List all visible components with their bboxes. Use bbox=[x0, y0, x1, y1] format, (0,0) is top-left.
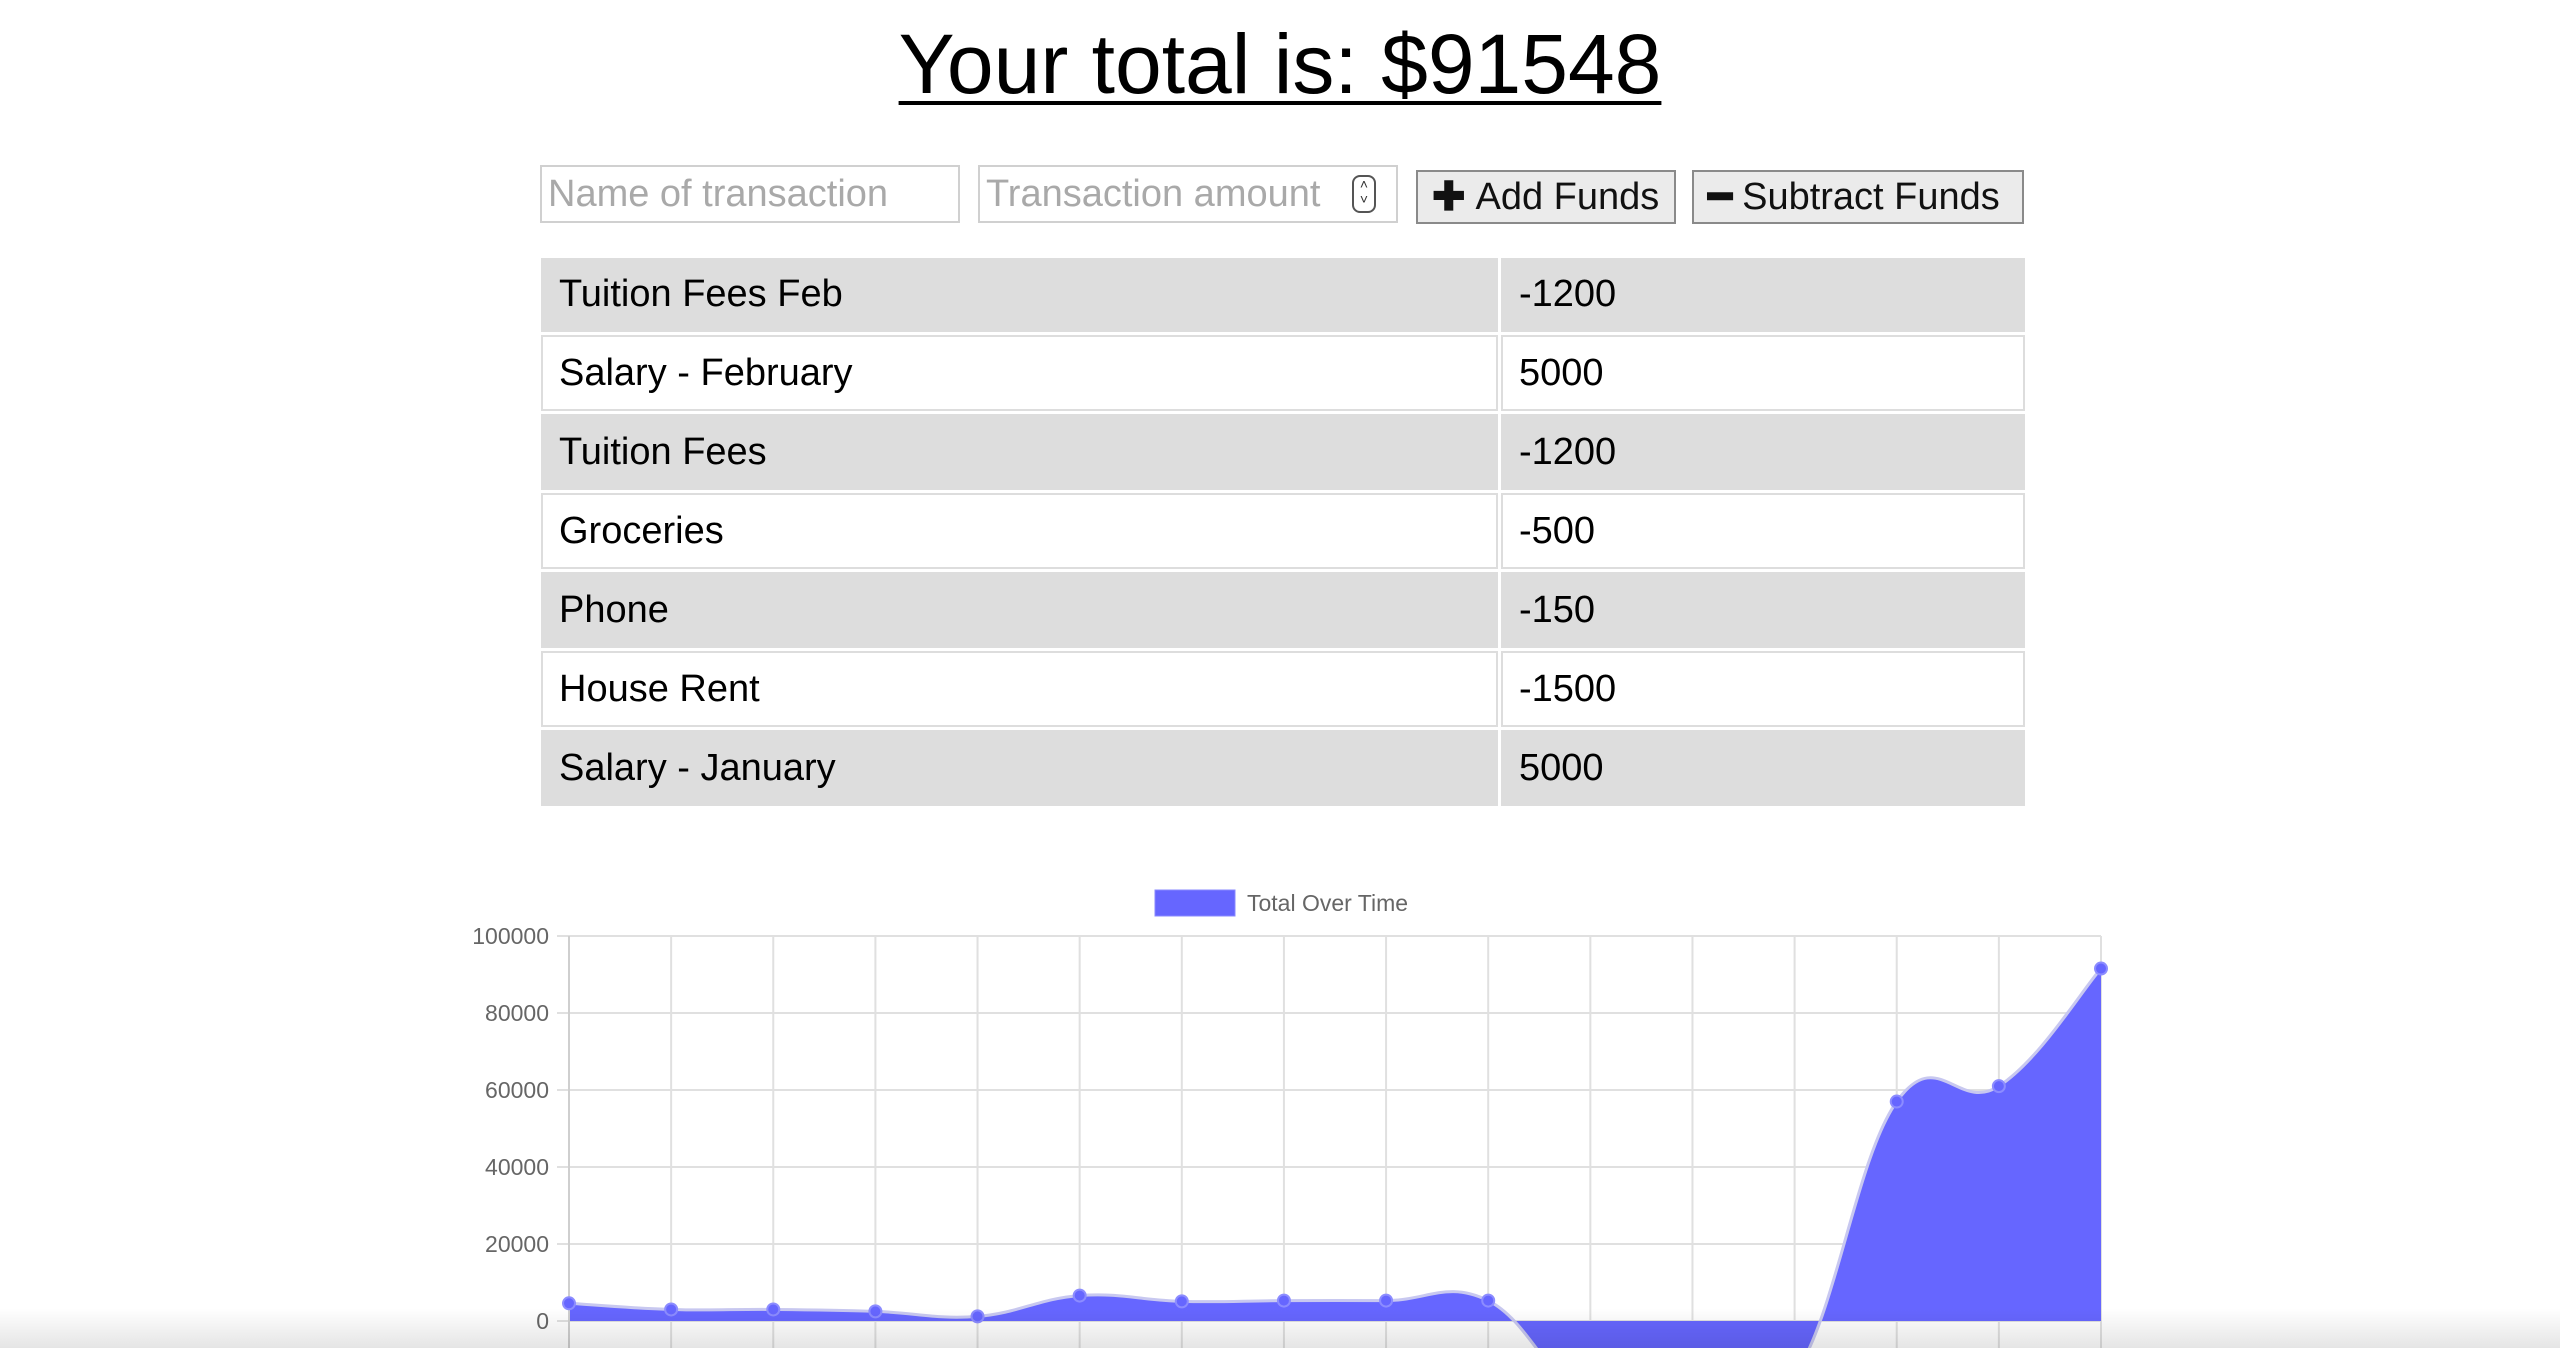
total-heading: Your total is: $91548 bbox=[898, 17, 1662, 111]
table-row: House Rent -1500 bbox=[541, 651, 2025, 727]
data-point bbox=[562, 1296, 576, 1311]
data-point bbox=[1991, 1079, 2006, 1094]
transaction-amount-cell: -150 bbox=[1501, 572, 2025, 648]
data-point bbox=[2094, 961, 2108, 976]
data-point bbox=[1072, 1288, 1087, 1303]
add-funds-label: Add Funds bbox=[1475, 175, 1660, 218]
chart-svg: Total Over Time 100000 80000 60000 40000 2000… bbox=[472, 889, 2108, 1348]
transaction-name-cell: Tuition Fees Feb bbox=[541, 258, 1498, 332]
table-row: Groceries -500 bbox=[541, 493, 2025, 569]
table-row: Tuition Fees -1200 bbox=[541, 414, 2025, 490]
table-row: Phone -150 bbox=[541, 572, 2025, 648]
subtract-funds-button[interactable]: ━ Subtract Funds bbox=[1692, 170, 2024, 224]
transaction-amount-input[interactable] bbox=[978, 165, 1398, 223]
y-tick-label: 40000 bbox=[485, 1154, 549, 1180]
transaction-amount-cell: 5000 bbox=[1501, 730, 2025, 806]
y-tick-label: 80000 bbox=[485, 1000, 549, 1026]
y-tick-label: 0 bbox=[536, 1308, 549, 1334]
transactions-table-container[interactable]: Tuition Fees Feb -1200 Salary - February… bbox=[541, 258, 2031, 868]
data-point bbox=[766, 1302, 781, 1317]
chevron-up-icon[interactable]: ˄ bbox=[1354, 177, 1374, 192]
budget-page: Your total is: $91548 ˄ ˅ ✚ Add Funds ━ … bbox=[0, 0, 2560, 1348]
transaction-amount-cell: 5000 bbox=[1501, 335, 2025, 411]
total-over-time-chart: Total Over Time 100000 80000 60000 40000 2000… bbox=[440, 880, 2140, 1348]
table-row: Salary - January 5000 bbox=[541, 730, 2025, 806]
legend-swatch bbox=[1154, 889, 1236, 917]
transaction-name-cell: Salary - February bbox=[541, 335, 1498, 411]
transaction-amount-cell: -1500 bbox=[1501, 651, 2025, 727]
data-point bbox=[1481, 1293, 1496, 1308]
transactions-table: Tuition Fees Feb -1200 Salary - February… bbox=[541, 258, 2028, 809]
transaction-name-cell: Phone bbox=[541, 572, 1498, 648]
transaction-amount-cell: -1200 bbox=[1501, 414, 2025, 490]
amount-spinner[interactable]: ˄ ˅ bbox=[1352, 175, 1376, 213]
y-tick-label: 60000 bbox=[485, 1077, 549, 1103]
data-point bbox=[970, 1309, 985, 1324]
data-point bbox=[664, 1302, 679, 1317]
data-point bbox=[1276, 1293, 1291, 1308]
legend-label: Total Over Time bbox=[1247, 890, 1408, 916]
data-point bbox=[868, 1304, 883, 1319]
data-point bbox=[1174, 1294, 1189, 1309]
y-tick-label: 20000 bbox=[485, 1231, 549, 1257]
data-point bbox=[1379, 1293, 1394, 1308]
data-point bbox=[1889, 1094, 1904, 1109]
table-row: Tuition Fees Feb -1200 bbox=[541, 258, 2025, 332]
add-funds-button[interactable]: ✚ Add Funds bbox=[1416, 170, 1676, 224]
transaction-amount-cell: -1200 bbox=[1501, 258, 2025, 332]
transaction-name-cell: Salary - January bbox=[541, 730, 1498, 806]
transaction-name-cell: Groceries bbox=[541, 493, 1498, 569]
transaction-name-cell: House Rent bbox=[541, 651, 1498, 727]
transaction-amount-cell: -500 bbox=[1501, 493, 2025, 569]
transaction-name-cell: Tuition Fees bbox=[541, 414, 1498, 490]
y-tick-label: 100000 bbox=[472, 923, 549, 949]
subtract-funds-label: Subtract Funds bbox=[1742, 175, 2000, 218]
table-row: Salary - February 5000 bbox=[541, 335, 2025, 411]
chevron-down-icon[interactable]: ˅ bbox=[1354, 192, 1374, 207]
transaction-name-input[interactable] bbox=[540, 165, 960, 223]
plus-icon: ✚ bbox=[1432, 175, 1466, 219]
minus-icon: ━ bbox=[1708, 175, 1733, 219]
